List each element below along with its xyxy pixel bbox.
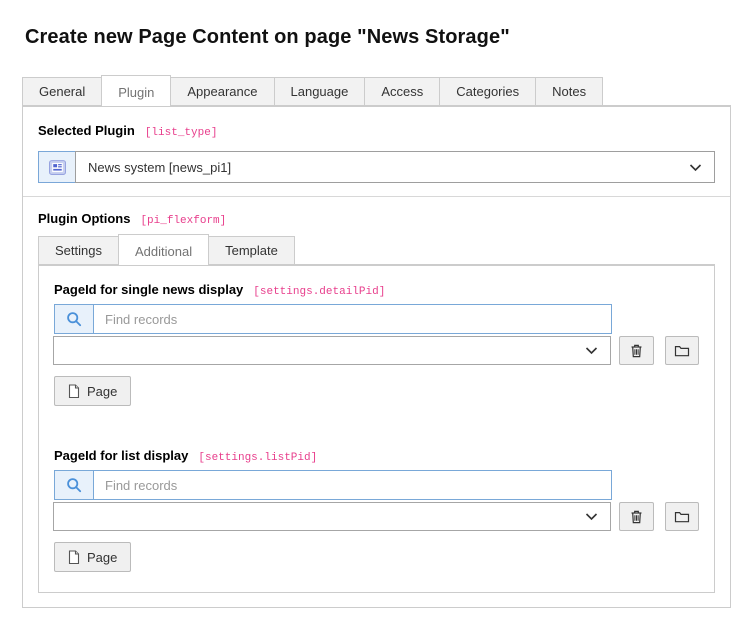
remove-record-button[interactable] bbox=[619, 336, 654, 365]
tab-categories[interactable]: Categories bbox=[439, 77, 536, 105]
list-pid-label-row: PageId for list display [settings.listPi… bbox=[54, 448, 699, 464]
list-pid-section: PageId for list display [settings.listPi… bbox=[54, 448, 699, 572]
page-button-label: Page bbox=[87, 550, 117, 565]
folder-icon bbox=[674, 509, 690, 524]
field-label: PageId for single news display bbox=[54, 282, 243, 297]
selected-records-row bbox=[54, 336, 699, 365]
tab-plugin[interactable]: Plugin bbox=[101, 75, 171, 106]
form-container: General Plugin Appearance Language Acces… bbox=[22, 75, 731, 608]
field-label: PageId for list display bbox=[54, 448, 188, 463]
newspaper-plugin-icon bbox=[38, 151, 76, 183]
plugin-select-value: News system [news_pi1] bbox=[88, 160, 689, 175]
plugin-tab-panel: Selected Plugin [list_type] News system … bbox=[22, 106, 731, 608]
search-icon bbox=[66, 311, 82, 327]
search-addon bbox=[54, 470, 94, 500]
flexform-tabbar: Settings Additional Template bbox=[38, 234, 715, 265]
remove-record-button[interactable] bbox=[619, 502, 654, 531]
selected-records-row bbox=[54, 502, 699, 531]
chevron-down-icon bbox=[585, 509, 598, 524]
tab-access[interactable]: Access bbox=[364, 77, 440, 105]
page-title: Create new Page Content on page "News St… bbox=[25, 26, 728, 49]
page-button-label: Page bbox=[87, 384, 117, 399]
detail-pid-label-row: PageId for single news display [settings… bbox=[54, 282, 699, 298]
selected-records-select[interactable] bbox=[53, 336, 611, 365]
record-search-group bbox=[54, 304, 612, 334]
tab-appearance[interactable]: Appearance bbox=[170, 77, 274, 105]
field-key-code: [settings.detailPid] bbox=[253, 286, 385, 298]
tab-language[interactable]: Language bbox=[274, 77, 366, 105]
browse-records-button[interactable] bbox=[665, 336, 700, 365]
page-browse-button[interactable]: Page bbox=[54, 542, 131, 572]
trash-icon bbox=[629, 343, 644, 359]
find-records-input[interactable] bbox=[93, 470, 612, 500]
selected-records-select[interactable] bbox=[53, 502, 611, 531]
search-icon bbox=[66, 477, 82, 493]
search-addon bbox=[54, 304, 94, 334]
field-key-code: [pi_flexform] bbox=[140, 215, 226, 227]
plugin-options-label-row: Plugin Options [pi_flexform] bbox=[38, 211, 715, 227]
detail-pid-section: PageId for single news display [settings… bbox=[54, 282, 699, 406]
field-key-code: [settings.listPid] bbox=[198, 452, 317, 464]
additional-tab-panel: PageId for single news display [settings… bbox=[38, 265, 715, 593]
plugin-select[interactable]: News system [news_pi1] bbox=[75, 151, 715, 183]
main-tabbar: General Plugin Appearance Language Acces… bbox=[22, 75, 731, 106]
field-label: Selected Plugin bbox=[38, 123, 135, 138]
page-icon bbox=[68, 384, 80, 399]
browse-records-button[interactable] bbox=[665, 502, 700, 531]
section-divider bbox=[23, 196, 730, 197]
tab-general[interactable]: General bbox=[22, 77, 102, 105]
tab-additional[interactable]: Additional bbox=[118, 234, 209, 265]
page-icon bbox=[68, 550, 80, 565]
page-browse-button[interactable]: Page bbox=[54, 376, 131, 406]
chevron-down-icon bbox=[689, 160, 702, 175]
tab-settings[interactable]: Settings bbox=[38, 236, 119, 264]
trash-icon bbox=[629, 509, 644, 525]
tab-notes[interactable]: Notes bbox=[535, 77, 603, 105]
field-key-code: [list_type] bbox=[145, 127, 218, 139]
selected-plugin-label-row: Selected Plugin [list_type] bbox=[38, 123, 715, 139]
plugin-select-group: News system [news_pi1] bbox=[38, 151, 715, 183]
record-search-group bbox=[54, 470, 612, 500]
folder-icon bbox=[674, 343, 690, 358]
tab-template[interactable]: Template bbox=[208, 236, 295, 264]
field-label: Plugin Options bbox=[38, 211, 130, 226]
chevron-down-icon bbox=[585, 343, 598, 358]
find-records-input[interactable] bbox=[93, 304, 612, 334]
